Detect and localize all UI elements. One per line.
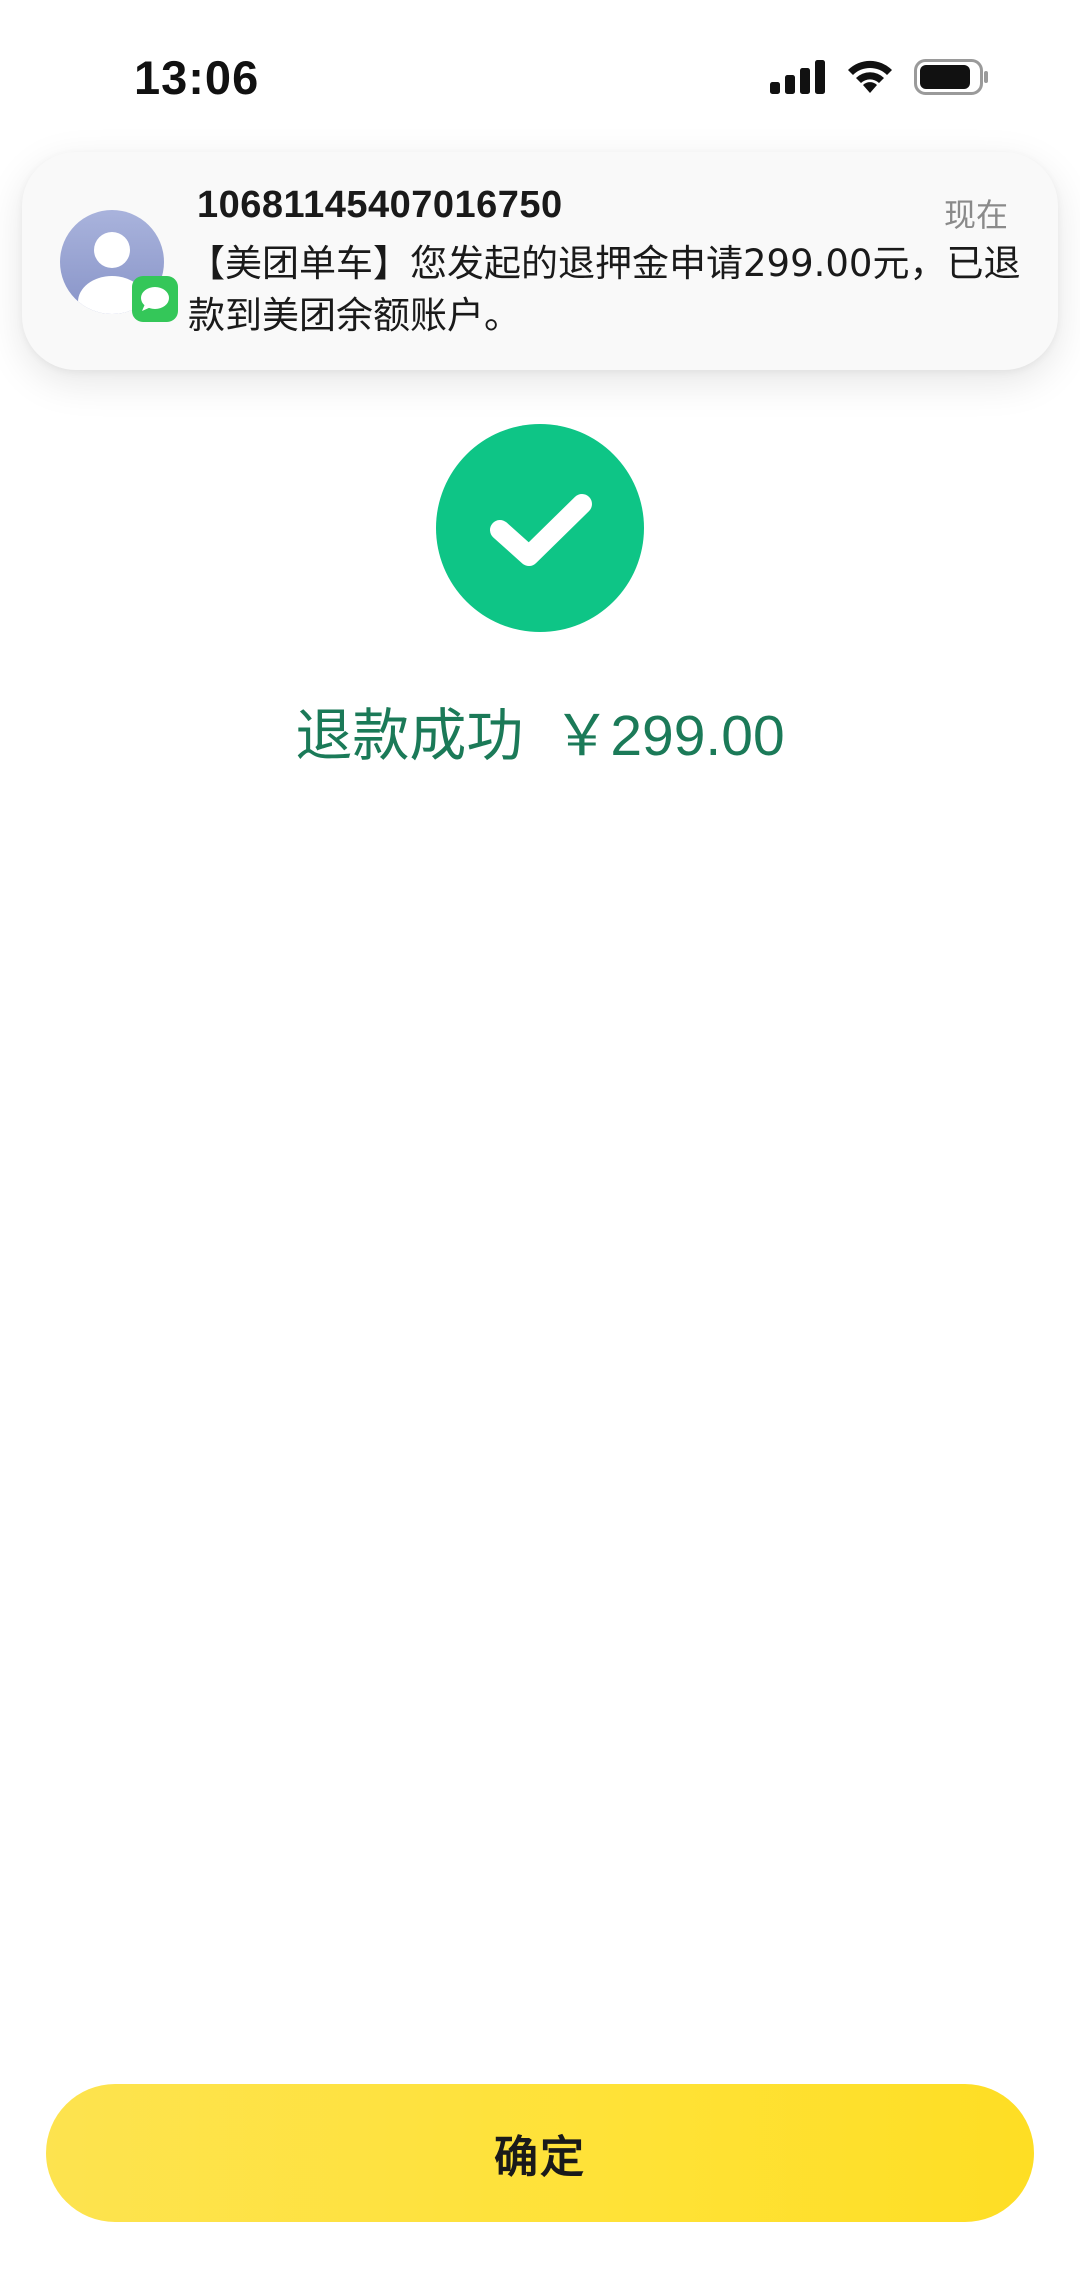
refund-status-text: 退款成功 xyxy=(295,703,524,769)
contact-avatar-icon xyxy=(60,210,178,322)
status-time: 13:06 xyxy=(134,51,260,104)
confirm-button[interactable]: 确定 xyxy=(46,2084,1034,2222)
refund-status-line: 退款成功 ￥299.00 xyxy=(0,690,1080,772)
messages-app-icon xyxy=(132,276,178,326)
notification-sender: 10681145407016750 xyxy=(197,184,563,226)
battery-icon xyxy=(914,59,990,99)
notification-time: 现在 xyxy=(943,196,1008,234)
cellular-signal-icon xyxy=(770,60,826,98)
checkmark-icon xyxy=(436,424,644,632)
sms-notification-banner[interactable]: 10681145407016750 现在 【美团单车】您发起的退押金申请299.… xyxy=(22,152,1058,370)
status-bar: 13:06 xyxy=(0,0,1080,150)
refund-amount: ￥299.00 xyxy=(553,704,785,768)
wifi-icon xyxy=(846,59,894,99)
status-icons xyxy=(770,56,990,102)
notification-message: 【美团单车】您发起的退押金申请299.00元，已退款到美团余额账户。 xyxy=(188,242,1021,337)
refund-success-screen: 13:06 10681145407016750 现在 【美团单车】您发起的退押金… xyxy=(0,0,1080,2271)
